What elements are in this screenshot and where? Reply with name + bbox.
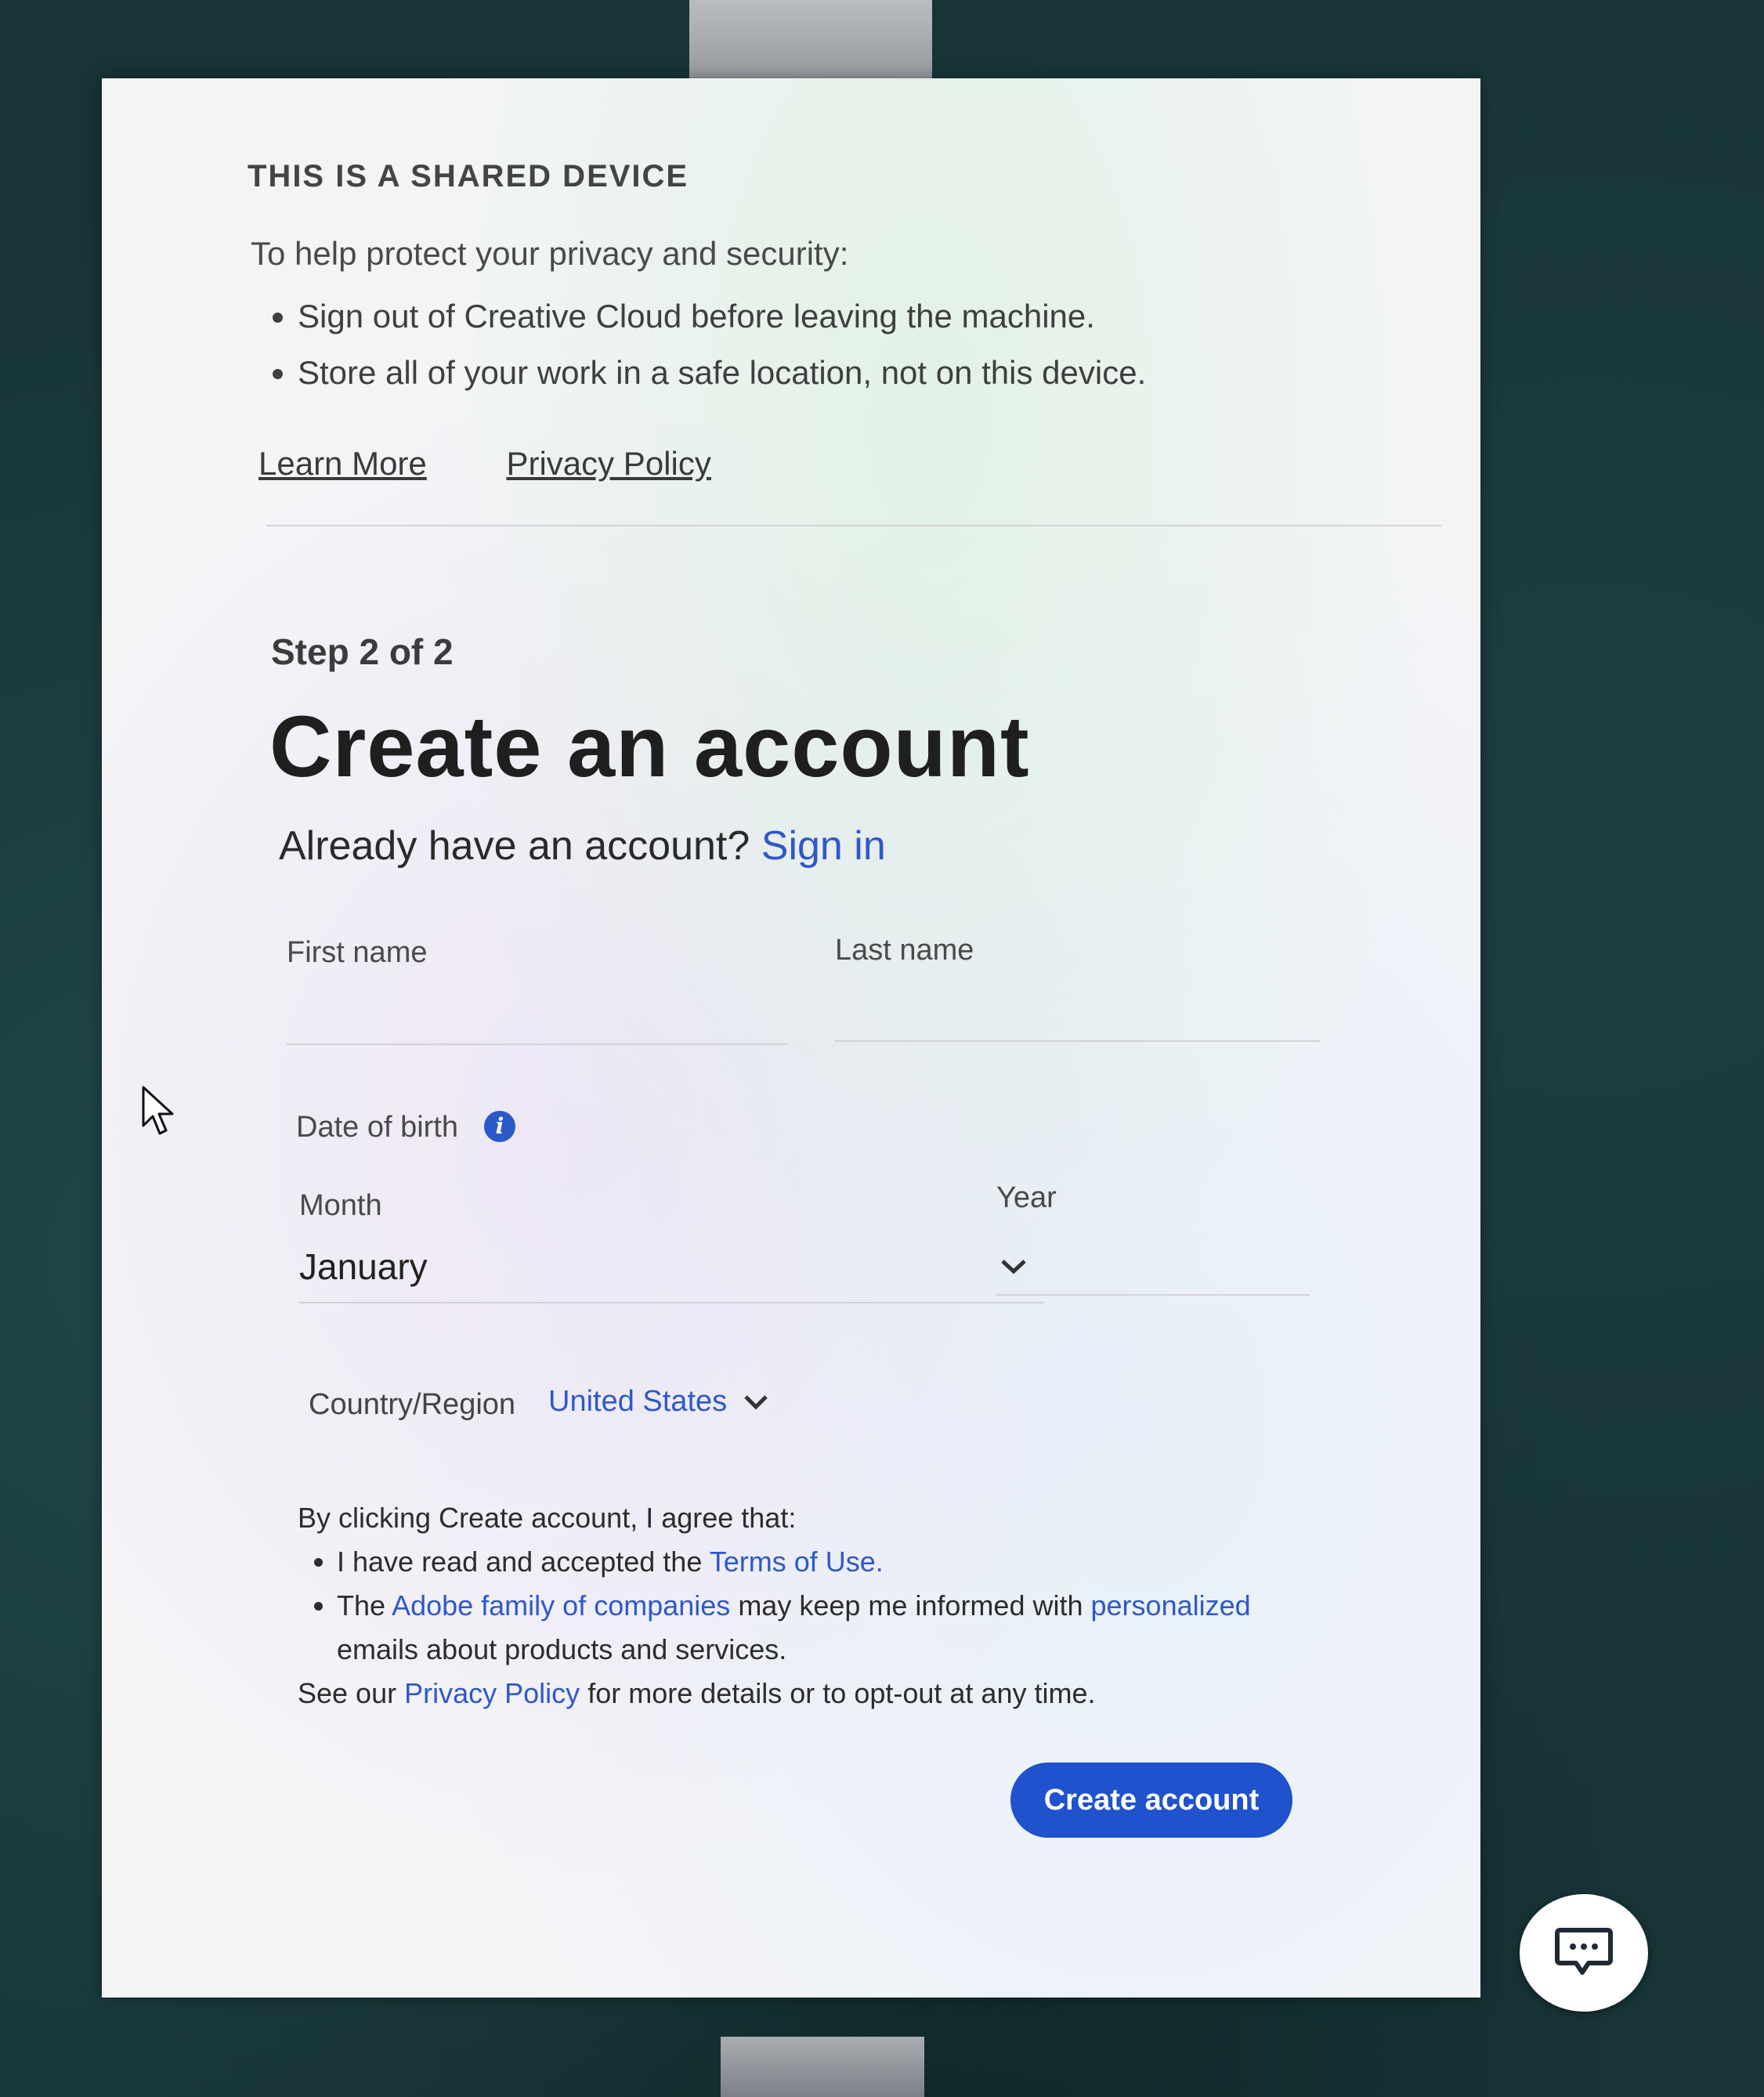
country-region-select[interactable]: United States (548, 1385, 768, 1424)
last-name-underline (835, 1040, 1321, 1042)
terms-privacy-policy-link[interactable]: Privacy Policy (404, 1677, 580, 1709)
adobe-family-link[interactable]: Adobe family of companies (392, 1589, 730, 1622)
chevron-down-icon (744, 1395, 768, 1410)
last-name-input[interactable] (835, 991, 1324, 1039)
create-account-button[interactable]: Create account (1010, 1763, 1292, 1838)
learn-more-link[interactable]: Learn More (258, 445, 427, 482)
last-name-label: Last name (835, 934, 974, 967)
section-divider (266, 525, 1441, 526)
personalized-link[interactable]: personalized (1091, 1589, 1251, 1622)
terms-item-text: emails about products and services. (337, 1633, 787, 1665)
step-indicator: Step 2 of 2 (271, 631, 454, 672)
sign-in-prompt: Already have an account? Sign in (279, 823, 886, 870)
year-label: Year (996, 1181, 1057, 1214)
terms-section: By clicking Create account, I agree that… (298, 1496, 1251, 1716)
terms-footer: See our Privacy Policy for more details … (298, 1672, 1251, 1716)
terms-intro: By clicking Create account, I agree that… (298, 1502, 797, 1534)
first-name-label: First name (287, 936, 428, 969)
date-of-birth-label: Date of birth (296, 1111, 458, 1144)
terms-item-text: The (337, 1589, 386, 1622)
terms-footer-text: See our (298, 1677, 397, 1709)
monitor-stand-bottom (721, 2037, 924, 2097)
sign-in-prompt-text: Already have an account? (279, 823, 750, 869)
mouse-cursor-icon (142, 1086, 174, 1135)
chat-button[interactable] (1520, 1894, 1648, 2012)
shared-device-intro: To help protect your privacy and securit… (251, 235, 849, 272)
shared-device-bullet: Store all of your work in a safe locatio… (298, 354, 1146, 392)
page-title: Create an account (269, 699, 1030, 795)
month-label: Month (299, 1189, 382, 1222)
shared-device-bullet: Sign out of Creative Cloud before leavin… (298, 298, 1146, 335)
first-name-underline (287, 1043, 788, 1045)
shared-device-bullets: Sign out of Creative Cloud before leavin… (251, 298, 1146, 410)
terms-item-text: I have read and accepted the (337, 1546, 703, 1578)
shared-device-links: Learn More Privacy Policy (258, 445, 782, 483)
terms-item: The Adobe family of companies may keep m… (337, 1584, 1251, 1672)
month-select[interactable]: January (299, 1246, 1043, 1300)
sign-in-link[interactable]: Sign in (761, 823, 886, 869)
terms-footer-text: for more details or to opt-out at any ti… (587, 1677, 1096, 1709)
terms-list: I have read and accepted the Terms of Us… (298, 1540, 1251, 1672)
info-icon[interactable]: i (484, 1111, 515, 1142)
chat-icon (1555, 1928, 1613, 1975)
privacy-policy-link[interactable]: Privacy Policy (506, 445, 710, 482)
terms-item: I have read and accepted the Terms of Us… (337, 1540, 1251, 1584)
country-region-value: United States (548, 1385, 728, 1418)
terms-item-text: may keep me informed with (738, 1589, 1083, 1622)
shared-device-title: THIS IS A SHARED DEVICE (248, 159, 689, 193)
signup-panel: THIS IS A SHARED DEVICE To help protect … (102, 78, 1480, 1998)
year-underline (996, 1294, 1310, 1296)
first-name-input[interactable] (287, 995, 791, 1043)
month-underline (299, 1302, 1043, 1303)
month-select-value: January (299, 1246, 428, 1287)
year-input[interactable] (996, 1242, 1313, 1290)
terms-of-use-link[interactable]: Terms of Use. (710, 1546, 884, 1578)
country-region-label: Country/Region (309, 1388, 516, 1421)
